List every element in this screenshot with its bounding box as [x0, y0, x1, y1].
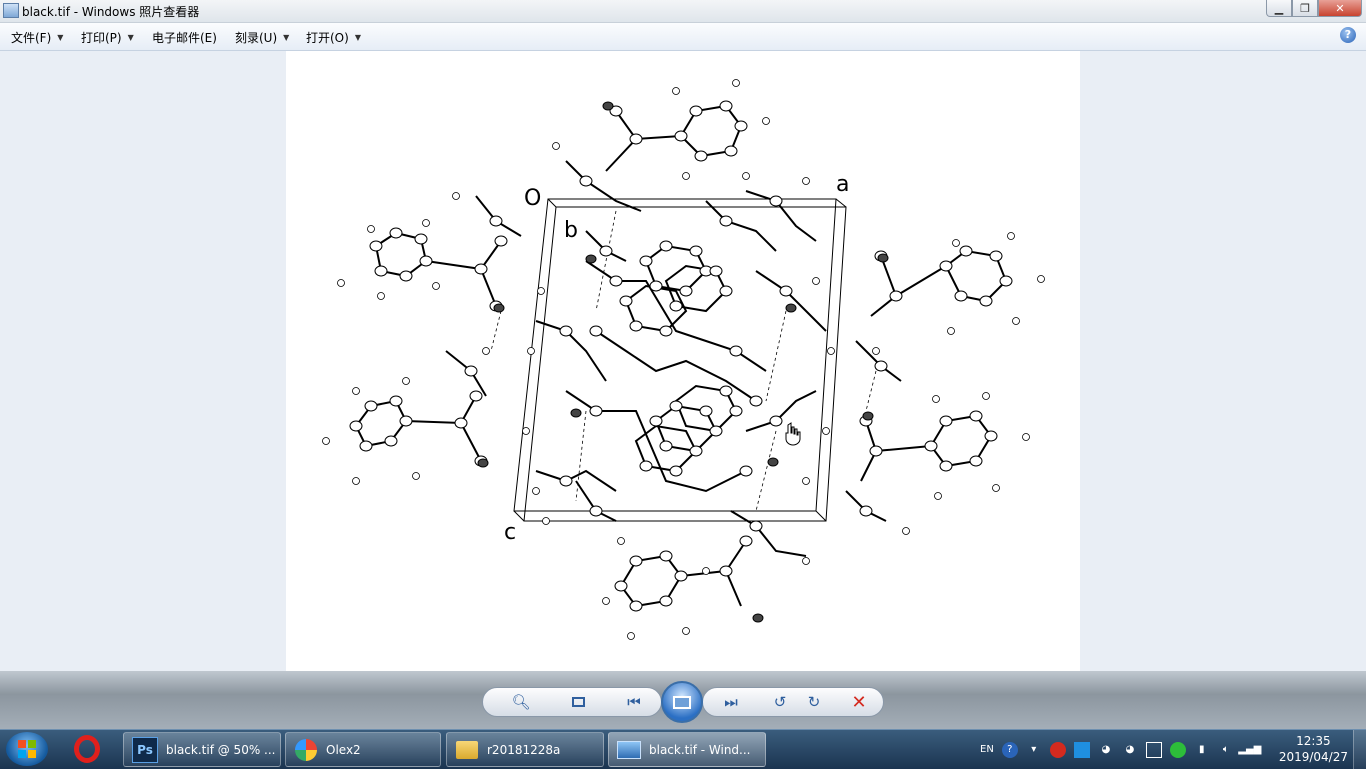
clock[interactable]: 12:35 2019/04/27 [1279, 733, 1348, 765]
chevron-down-icon: ▼ [127, 33, 134, 42]
menu-open-label: 打开(O) [306, 31, 349, 45]
taskbar-item-photo-viewer[interactable]: black.tif - Wind... [608, 732, 766, 767]
window-controls: ▁ ❐ ✕ [1266, 0, 1362, 18]
previous-icon[interactable]: ⏮︎ [623, 691, 645, 713]
taskbar-item-olex2[interactable]: Olex2 [285, 732, 441, 767]
taskbar-item-folder[interactable]: r20181228a [446, 732, 604, 767]
taskbar: Ps black.tif @ 50% ... Olex2 r20181228a … [0, 729, 1366, 769]
chevron-down-icon: ▼ [354, 33, 361, 42]
slideshow-icon [673, 695, 691, 709]
photoshop-icon: Ps [132, 736, 158, 763]
taskbar-item-label: Olex2 [326, 742, 361, 757]
maximize-button[interactable]: ❐ [1292, 0, 1318, 17]
show-desktop-button[interactable] [1353, 730, 1366, 769]
taskbar-item-label: r20181228a [487, 742, 561, 757]
volume-icon[interactable]: 🔈︎ [1218, 742, 1234, 758]
start-button[interactable] [6, 732, 48, 766]
menu-bar: 文件(F) ▼ 打印(P) ▼ 电子邮件(E) 刻录(U) ▼ 打开(O) ▼ … [0, 23, 1366, 51]
clock-time: 12:35 [1296, 734, 1331, 748]
menu-email-label: 电子邮件(E) [152, 31, 217, 45]
axis-label-origin: O [524, 186, 541, 211]
clock-date: 2019/04/27 [1278, 750, 1348, 764]
app-tray-icon[interactable] [1073, 741, 1090, 758]
axis-label-c: c [504, 520, 516, 545]
folder-icon [455, 738, 479, 762]
displayed-image: O a b c [286, 51, 1080, 671]
axis-label-a: a [836, 172, 849, 197]
menu-burn-label: 刻录(U) [235, 31, 278, 45]
viewer-controls: 🔍︎ ⏮︎ ⏭︎ ↺ ↻ ✕ [0, 671, 1366, 729]
menu-open[interactable]: 打开(O) ▼ [306, 29, 361, 46]
photo-viewer-app-icon [3, 3, 19, 18]
record-icon[interactable] [1049, 741, 1066, 758]
rotate-cw-icon[interactable]: ↻ [803, 691, 825, 713]
actual-size-icon[interactable] [567, 691, 589, 713]
image-viewport[interactable]: O a b c [0, 51, 1366, 671]
title-bar: black.tif - Windows 照片查看器 ▁ ❐ ✕ [0, 0, 1366, 23]
window-tray-icon[interactable] [1145, 741, 1162, 758]
qq-icon[interactable]: ◕ [1098, 742, 1114, 758]
minimize-button[interactable]: ▁ [1266, 0, 1292, 17]
close-button[interactable]: ✕ [1318, 0, 1362, 17]
chevron-down-icon: ▼ [57, 33, 64, 42]
next-icon[interactable]: ⏭︎ [720, 691, 742, 713]
zoom-icon[interactable]: 🔍︎ [510, 691, 532, 713]
menu-file[interactable]: 文件(F) ▼ [11, 29, 63, 46]
input-options-icon[interactable]: ▾ [1026, 742, 1042, 758]
help-tray-icon[interactable]: ? [1001, 741, 1018, 758]
windows-logo-icon [18, 740, 36, 758]
taskbar-item-label: black.tif @ 50% ... [166, 742, 276, 757]
photo-viewer-icon [617, 738, 641, 762]
qq-alt-icon[interactable]: ◕ [1122, 742, 1138, 758]
rotate-ccw-icon[interactable]: ↺ [769, 691, 791, 713]
help-icon[interactable]: ? [1340, 27, 1356, 43]
system-tray: EN ? ▾ ◕ ◕ ▮ 🔈︎ ▂▄▆ [980, 730, 1266, 769]
menu-burn[interactable]: 刻录(U) ▼ [235, 29, 289, 46]
hand-cursor-icon [785, 422, 801, 446]
delete-icon[interactable]: ✕ [848, 691, 870, 713]
slideshow-button[interactable] [661, 681, 703, 723]
window-title: black.tif - Windows 照片查看器 [22, 5, 200, 19]
menu-print[interactable]: 打印(P) ▼ [81, 29, 134, 46]
chevron-down-icon: ▼ [283, 33, 290, 42]
device-icon[interactable]: ▮ [1194, 742, 1210, 758]
menu-print-label: 打印(P) [81, 31, 122, 45]
wechat-icon[interactable] [1169, 741, 1186, 758]
network-signal-icon[interactable]: ▂▄▆ [1238, 742, 1261, 758]
axis-label-b: b [564, 218, 578, 243]
menu-email[interactable]: 电子邮件(E) [152, 29, 217, 46]
opera-icon[interactable] [74, 735, 100, 763]
crystal-structure-drawing: O a b c [322, 79, 1045, 640]
olex2-icon [294, 738, 318, 762]
taskbar-item-label: black.tif - Wind... [649, 742, 751, 757]
menu-file-label: 文件(F) [11, 31, 52, 45]
taskbar-item-photoshop[interactable]: Ps black.tif @ 50% ... [123, 732, 281, 767]
language-indicator[interactable]: EN [980, 742, 994, 758]
